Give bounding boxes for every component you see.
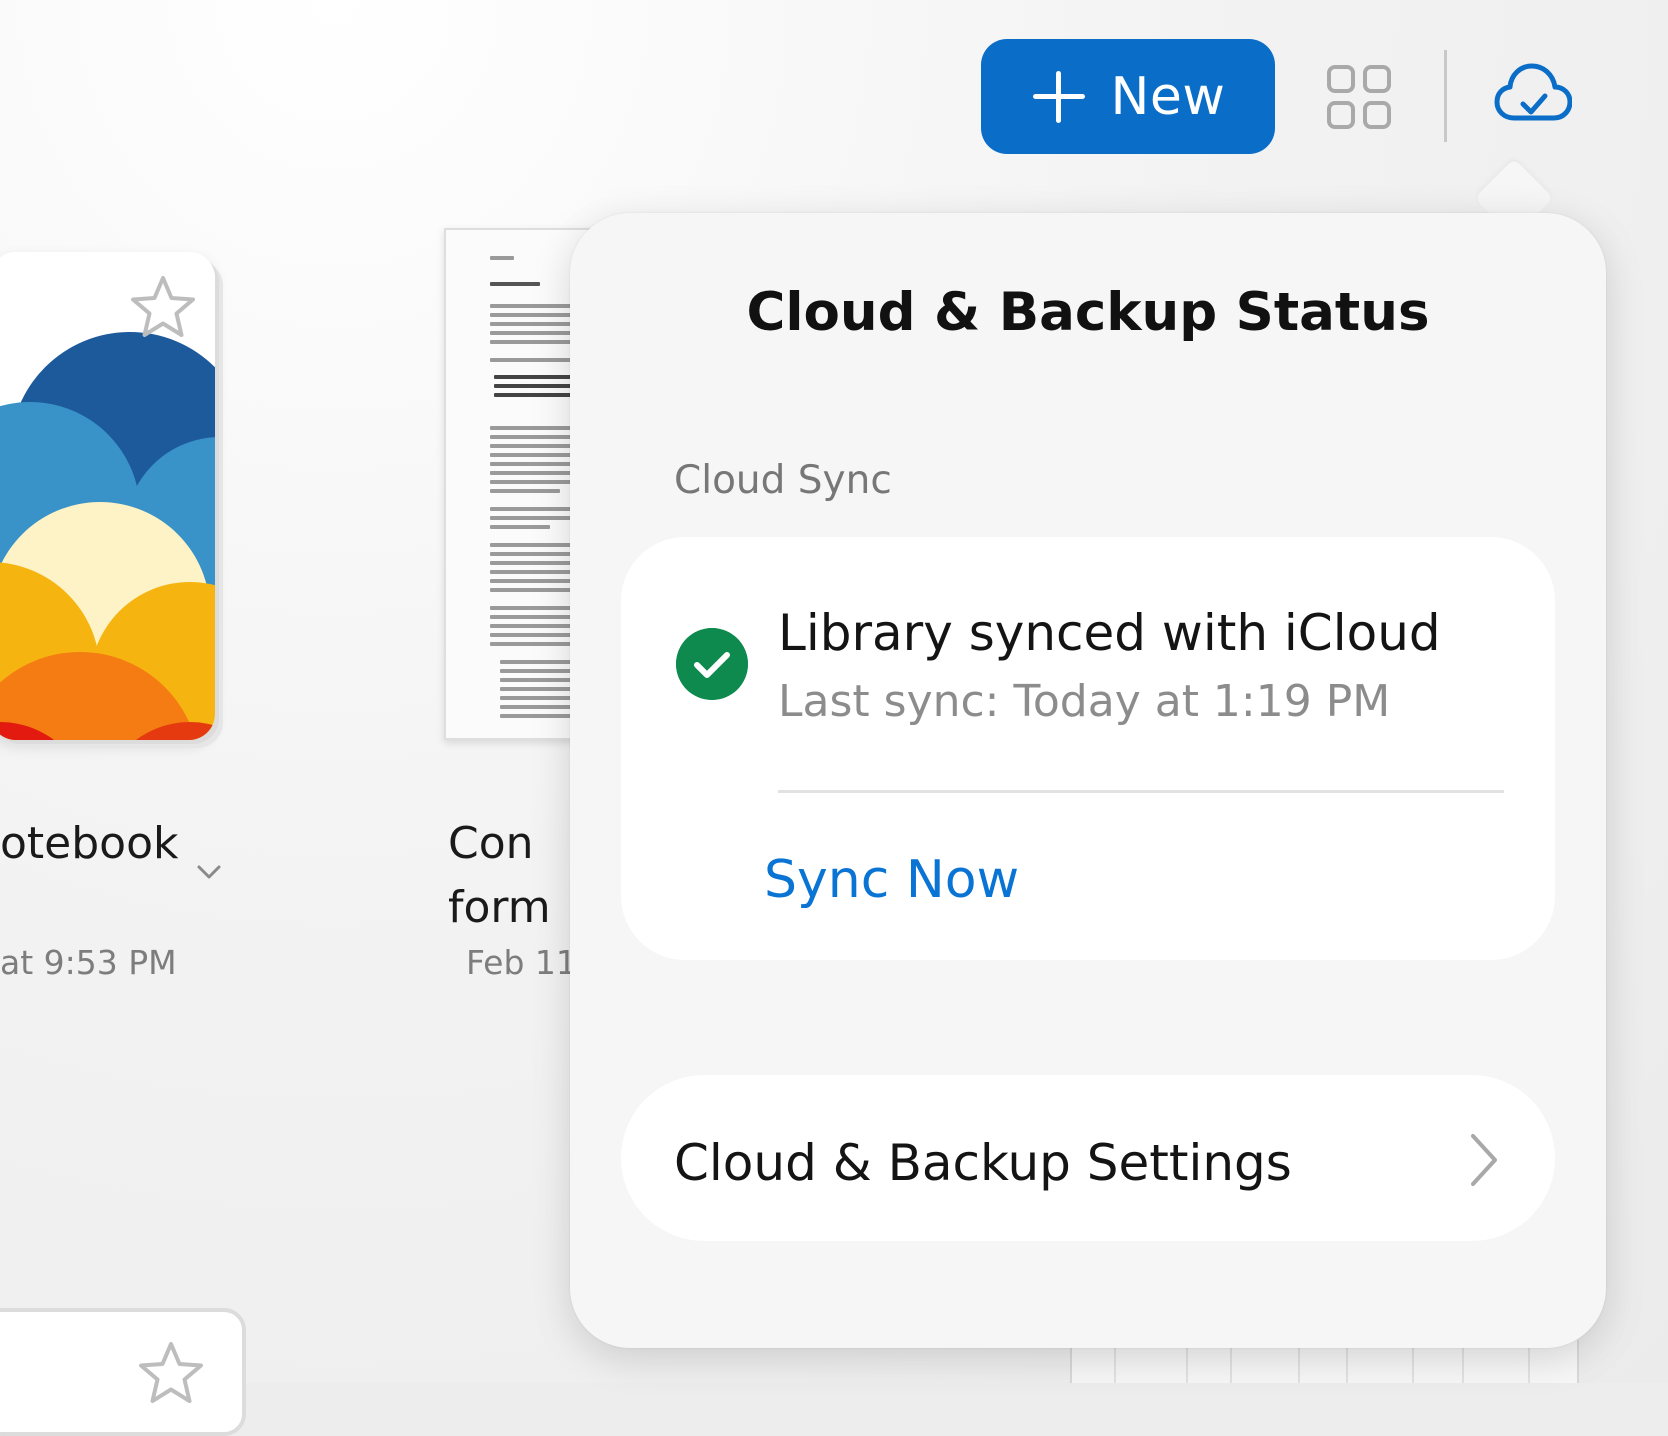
document-title-line1[interactable]: Con bbox=[448, 818, 534, 869]
star-icon[interactable] bbox=[136, 1340, 206, 1406]
sync-now-button[interactable]: Sync Now bbox=[764, 850, 1019, 910]
section-label-cloud-sync: Cloud Sync bbox=[674, 458, 892, 503]
settings-row-label[interactable]: Cloud & Backup Settings bbox=[674, 1134, 1292, 1192]
sync-status-card bbox=[621, 537, 1555, 960]
last-sync-text: Last sync: Today at 1:19 PM bbox=[778, 676, 1391, 727]
notebook-thumbnail-partial[interactable] bbox=[0, 1308, 246, 1436]
star-icon[interactable] bbox=[128, 274, 198, 340]
grid-view-icon[interactable] bbox=[1326, 64, 1392, 130]
new-button-label: New bbox=[1110, 66, 1226, 127]
chevron-down-icon[interactable] bbox=[196, 862, 222, 882]
cloud-check-icon[interactable] bbox=[1494, 60, 1572, 126]
popover-title: Cloud & Backup Status bbox=[746, 282, 1430, 343]
notebook-title[interactable]: otebook bbox=[0, 818, 179, 869]
document-title-line2[interactable]: form bbox=[448, 882, 551, 933]
notebook-date: at 9:53 PM bbox=[0, 943, 177, 982]
card-divider bbox=[778, 790, 1504, 793]
plus-icon bbox=[1031, 69, 1087, 125]
new-button[interactable]: New bbox=[981, 39, 1275, 154]
toolbar-divider bbox=[1444, 50, 1447, 142]
sync-status-text: Library synced with iCloud bbox=[778, 604, 1441, 662]
chevron-right-icon[interactable] bbox=[1468, 1132, 1500, 1188]
check-circle-icon bbox=[676, 628, 748, 700]
